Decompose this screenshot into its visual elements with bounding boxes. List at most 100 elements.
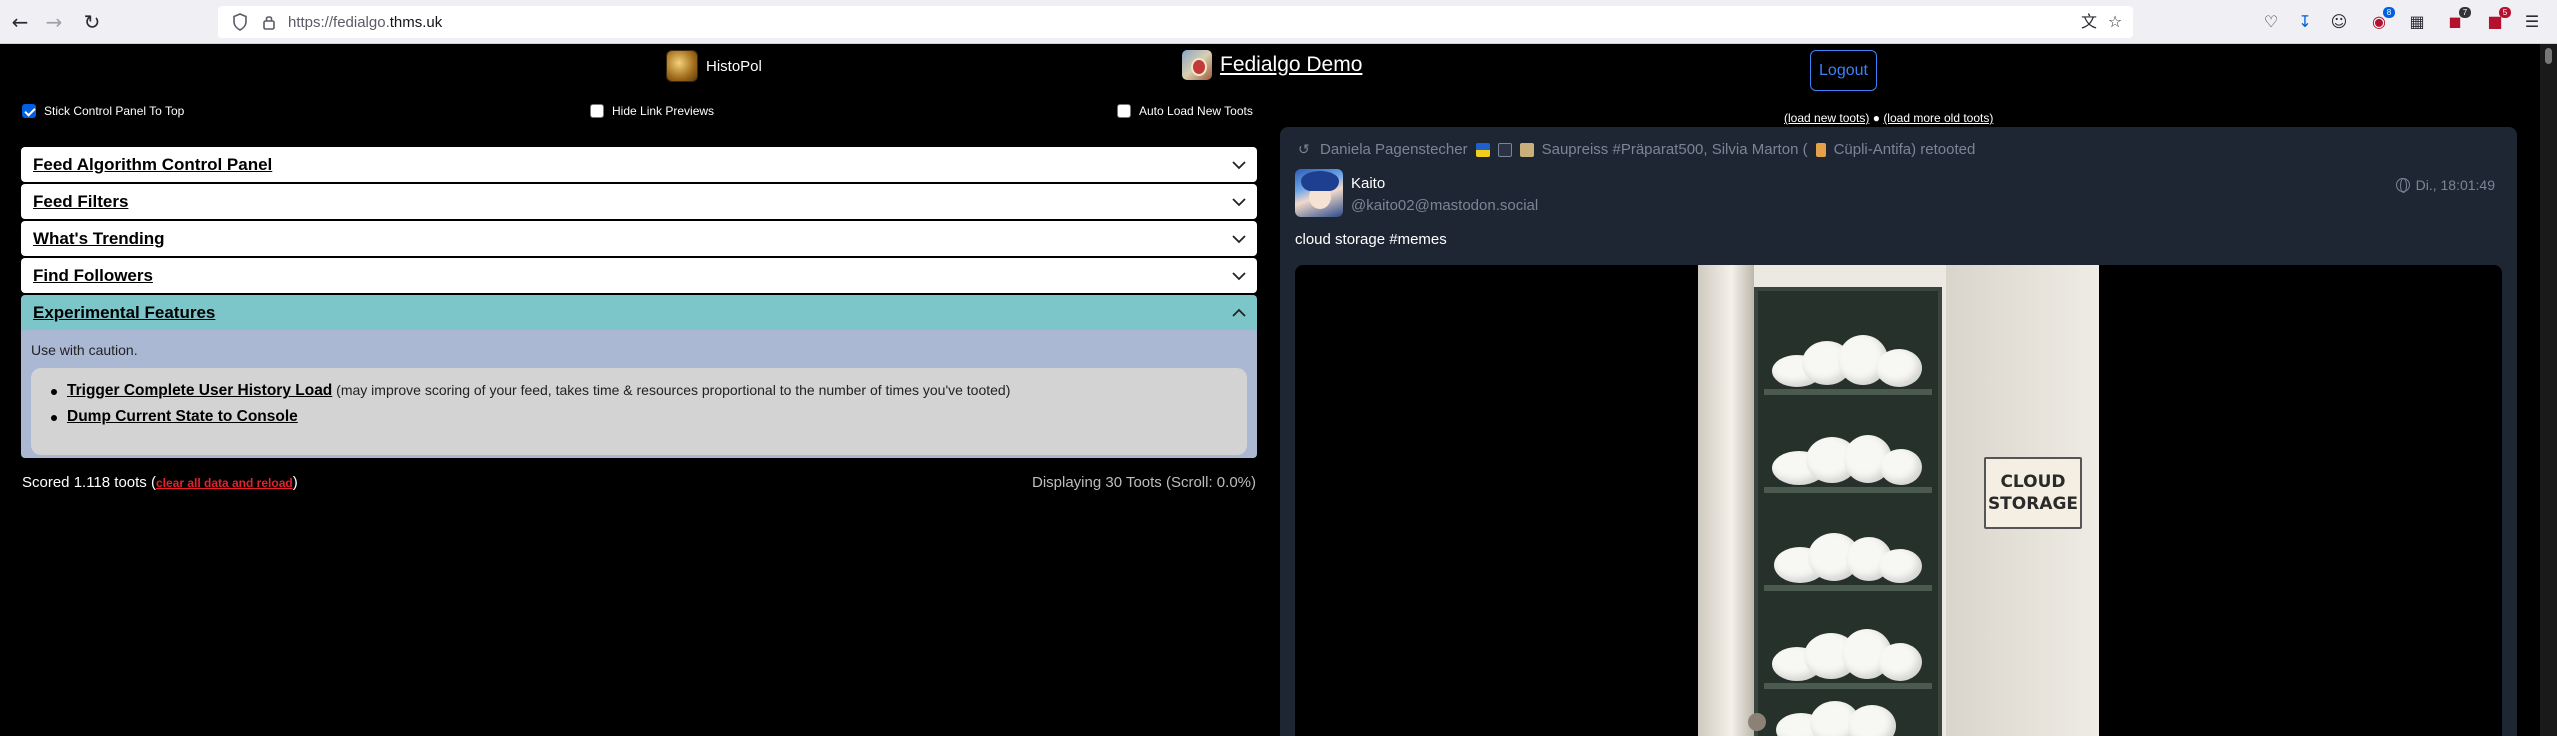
- door-knob: [1748, 713, 1766, 731]
- extensions-puzzle-icon[interactable]: ▦: [2406, 11, 2428, 33]
- caution-text: Use with caution.: [31, 342, 138, 358]
- histopol-label: HistoPol: [706, 57, 762, 75]
- cloud: [1772, 531, 1922, 583]
- stick-panel-label: Stick Control Panel To Top: [44, 104, 185, 118]
- status-line: Scored 1.118 toots (clear all data and r…: [22, 472, 1256, 494]
- retoot-icon: ↺: [1298, 141, 1310, 158]
- addon-badge: 5: [2499, 7, 2511, 18]
- panel-whats-trending[interactable]: What's Trending: [21, 221, 1257, 256]
- tracking-protection-icon[interactable]: [232, 13, 248, 31]
- stick-panel-option[interactable]: Stick Control Panel To Top: [22, 104, 184, 118]
- ukraine-flag-icon: [1475, 142, 1490, 157]
- addon-icon[interactable]: ■ 5: [2484, 7, 2511, 33]
- back-icon[interactable]: ←: [6, 8, 34, 36]
- extension-badge: 8: [2383, 7, 2395, 18]
- toot-timestamp[interactable]: Di., 18:01:49: [2395, 177, 2495, 193]
- panel-title[interactable]: Feed Filters: [33, 192, 128, 212]
- cloud: [1772, 335, 1922, 387]
- chevron-down-icon: [1232, 272, 1246, 281]
- separator-dot: ●: [1869, 111, 1884, 125]
- media-attachment[interactable]: CLOUD STORAGE: [1295, 265, 2502, 736]
- toot-time-text: Di., 18:01:49: [2415, 177, 2495, 193]
- experimental-actions: Trigger Complete User History Load (may …: [31, 368, 1247, 455]
- app-title: Fedialgo Demo: [1220, 53, 1363, 76]
- clear-data-link[interactable]: clear all data and reload: [156, 476, 293, 490]
- panel-title[interactable]: Feed Algorithm Control Panel: [33, 155, 272, 175]
- retooted-suffix: Cüpli-Antifa) retooted: [1833, 141, 1976, 158]
- panel-feed-algorithm[interactable]: Feed Algorithm Control Panel: [21, 147, 1257, 182]
- account-icon[interactable]: ☺: [2328, 11, 2350, 33]
- load-more-toots-link[interactable]: (load more old toots): [1883, 111, 1993, 125]
- control-accordion: Feed Algorithm Control Panel Feed Filter…: [21, 147, 1257, 458]
- menu-hamburger-icon[interactable]: ☰: [2521, 11, 2543, 33]
- retooter-names[interactable]: Saupreiss #Präparat500, Silvia Marton (: [1542, 141, 1808, 158]
- cloud-storage-sign: CLOUD STORAGE: [1984, 457, 2082, 529]
- shelf: [1764, 389, 1932, 395]
- emoji-icon: [1815, 142, 1826, 157]
- page-scrollbar[interactable]: [2540, 44, 2557, 736]
- hide-link-previews-option[interactable]: Hide Link Previews: [590, 104, 714, 118]
- chevron-down-icon: [1232, 198, 1246, 207]
- sign-line: STORAGE: [1987, 494, 2079, 514]
- experimental-body: Use with caution. Trigger Complete User …: [21, 330, 1257, 458]
- auto-load-checkbox[interactable]: [1117, 104, 1131, 118]
- shelf: [1764, 585, 1932, 591]
- lock-icon[interactable]: [262, 14, 276, 30]
- url-text[interactable]: https://fedialgo.thms.uk: [288, 14, 442, 31]
- panel-experimental-features[interactable]: Experimental Features: [21, 295, 1257, 330]
- panel-title[interactable]: What's Trending: [33, 229, 165, 249]
- options-row: Stick Control Panel To Top Hide Link Pre…: [22, 102, 1256, 124]
- panel-title[interactable]: Find Followers: [33, 266, 153, 286]
- auto-load-option[interactable]: Auto Load New Toots: [1117, 104, 1253, 118]
- bookmark-star-icon[interactable]: ☆: [2104, 12, 2126, 32]
- cloud: [1772, 629, 1922, 681]
- address-bar[interactable]: https://fedialgo.thms.uk 文 ☆: [218, 6, 2133, 38]
- author-name[interactable]: Kaito: [1351, 175, 1385, 192]
- app-title-link[interactable]: Fedialgo Demo: [1182, 50, 1362, 80]
- avatar[interactable]: [1295, 169, 1343, 217]
- trigger-history-load-link[interactable]: Trigger Complete User History Load: [67, 382, 332, 399]
- histopol-user[interactable]: HistoPol: [666, 50, 762, 82]
- scroll-thumb[interactable]: [2545, 48, 2552, 64]
- reload-icon[interactable]: ↻: [78, 8, 106, 36]
- panel-find-followers[interactable]: Find Followers: [21, 258, 1257, 293]
- extension-icon[interactable]: ◉ 8: [2368, 7, 2395, 33]
- browser-toolbar: ← → ↻ https://fedialgo.thms.uk 文 ☆ ♡ ↧ ☺…: [0, 0, 2557, 44]
- feed-load-links: (load new toots) ● (load more old toots): [1784, 111, 1993, 125]
- cloud: [1772, 433, 1922, 485]
- forward-icon[interactable]: →: [40, 8, 68, 36]
- cloud-storage-image[interactable]: CLOUD STORAGE: [1698, 265, 2099, 736]
- chevron-down-icon: [1232, 161, 1246, 170]
- retooted-by: ↺ Daniela Pagenstecher Saupreiss #Präpar…: [1298, 141, 1975, 158]
- toot-card[interactable]: ↺ Daniela Pagenstecher Saupreiss #Präpar…: [1280, 127, 2517, 736]
- hide-link-previews-label: Hide Link Previews: [612, 104, 715, 118]
- sign-line: CLOUD: [2000, 472, 2066, 492]
- displaying-count: Displaying 30 Toots (Scroll: 0.0%): [1032, 474, 1256, 491]
- cyclist-icon: [1497, 142, 1512, 157]
- panel-title[interactable]: Experimental Features: [33, 303, 215, 323]
- closet-door: [1698, 265, 1754, 736]
- author-handle[interactable]: @kaito02@mastodon.social: [1351, 197, 1538, 214]
- list-item: Trigger Complete User History Load (may …: [49, 382, 1233, 400]
- app-header: HistoPol Fedialgo Demo Logout: [0, 44, 2540, 102]
- logout-button[interactable]: Logout: [1810, 50, 1877, 91]
- ublock-badge: 7: [2459, 7, 2471, 18]
- auto-load-label: Auto Load New Toots: [1139, 104, 1253, 118]
- panel-feed-filters[interactable]: Feed Filters: [21, 184, 1257, 219]
- downloads-icon[interactable]: ↧: [2294, 11, 2316, 33]
- fedialgo-logo: [1182, 50, 1212, 80]
- retooter-name[interactable]: Daniela Pagenstecher: [1320, 141, 1468, 158]
- pocket-icon[interactable]: ♡: [2260, 11, 2282, 33]
- dump-state-link[interactable]: Dump Current State to Console: [67, 408, 298, 425]
- hide-link-previews-checkbox[interactable]: [590, 104, 604, 118]
- trigger-note: (may improve scoring of your feed, takes…: [332, 382, 1011, 398]
- histopol-avatar: [666, 50, 698, 82]
- cloud: [1772, 701, 1922, 736]
- ublock-icon[interactable]: ◼ 7: [2444, 7, 2471, 33]
- translate-icon[interactable]: 文: [2078, 12, 2100, 32]
- shelf: [1764, 683, 1932, 689]
- load-new-toots-link[interactable]: (load new toots): [1784, 111, 1869, 125]
- stick-panel-checkbox[interactable]: [22, 104, 36, 118]
- chevron-up-icon: [1232, 308, 1246, 317]
- toot-content: cloud storage #memes: [1295, 231, 1447, 248]
